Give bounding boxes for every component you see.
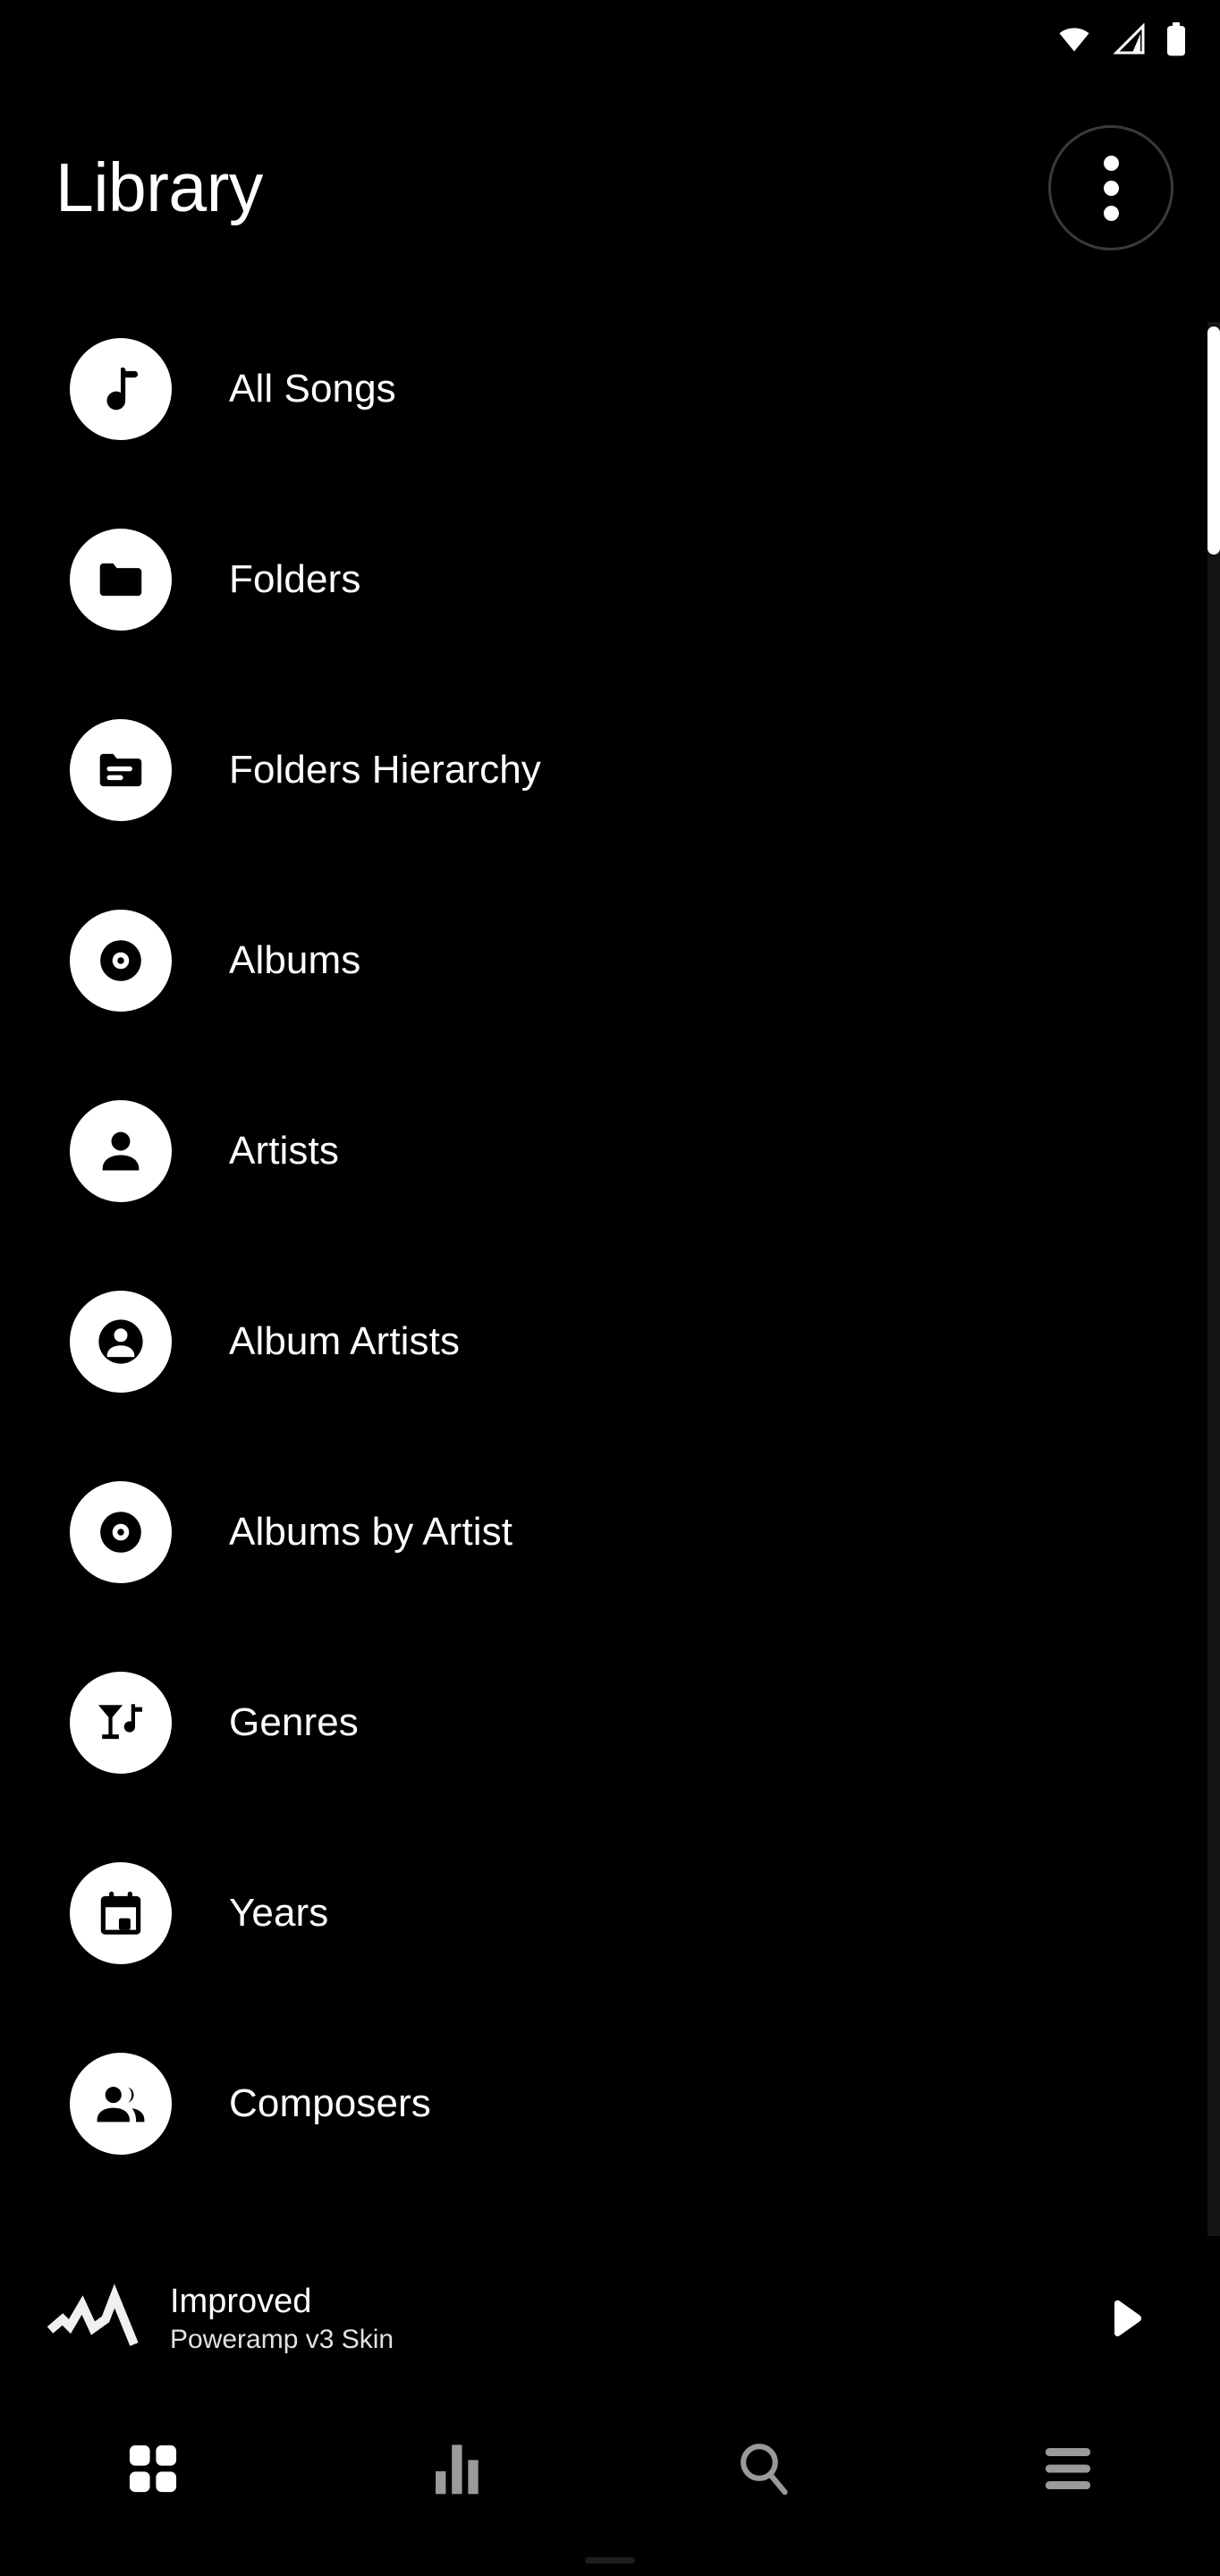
library-item-label: Folders [229, 557, 361, 601]
calendar-icon [70, 1862, 172, 1964]
library-item-years[interactable]: Years [0, 1855, 1220, 1971]
grid-icon [123, 2438, 183, 2499]
library-item-album-artists[interactable]: Album Artists [0, 1284, 1220, 1400]
hamburger-icon [1037, 2437, 1099, 2500]
library-item-label: Folders Hierarchy [229, 748, 541, 792]
equalizer-icon [428, 2438, 488, 2499]
play-button[interactable] [1075, 2270, 1173, 2368]
nav-tab-search[interactable] [610, 2415, 915, 2522]
people-group-icon [70, 2053, 172, 2155]
search-icon [732, 2437, 794, 2500]
now-playing-meta: Improved Poweramp v3 Skin [170, 2284, 1075, 2353]
library-item-label: Artists [229, 1129, 339, 1173]
wifi-icon [1054, 23, 1095, 55]
library-item-albums[interactable]: Albums [0, 902, 1220, 1019]
library-item-artists[interactable]: Artists [0, 1093, 1220, 1209]
now-playing-title: Improved [170, 2283, 312, 2321]
home-indicator [585, 2557, 635, 2563]
library-item-label: Album Artists [229, 1319, 461, 1363]
vinyl-record-icon [70, 910, 172, 1012]
library-item-all-songs[interactable]: All Songs [0, 331, 1220, 447]
library-item-folders[interactable]: Folders [0, 521, 1220, 638]
library-item-genres[interactable]: Genres [0, 1665, 1220, 1781]
battery-full-icon [1165, 21, 1188, 57]
cocktail-note-icon [70, 1672, 172, 1774]
person-icon [70, 1100, 172, 1202]
library-item-label: Albums by Artist [229, 1510, 513, 1554]
list-scrollbar-track[interactable] [1207, 322, 1220, 2236]
overflow-menu-button[interactable] [1048, 125, 1173, 250]
more-vertical-icon-dot [1103, 155, 1119, 171]
library-item-label: Years [229, 1891, 329, 1935]
library-item-composers[interactable]: Composers [0, 2046, 1220, 2162]
vinyl-record-icon [70, 1481, 172, 1583]
library-item-label: Genres [229, 1700, 359, 1744]
nav-tab-equalizer[interactable] [305, 2415, 610, 2522]
more-vertical-icon-dot [1103, 205, 1119, 221]
status-bar [0, 0, 1220, 79]
waveform-art-icon [39, 2264, 150, 2375]
more-vertical-icon-dot [1103, 180, 1119, 196]
library-item-label: Composers [229, 2081, 431, 2125]
nav-tab-library[interactable] [0, 2415, 305, 2522]
nav-tab-menu[interactable] [915, 2415, 1220, 2522]
now-playing-bar[interactable]: Improved Poweramp v3 Skin [0, 2261, 1220, 2377]
bottom-navigation [0, 2379, 1220, 2576]
folder-icon [70, 529, 172, 631]
music-note-icon [70, 338, 172, 440]
folder-lines-icon [70, 719, 172, 821]
library-item-albums-by-artist[interactable]: Albums by Artist [0, 1474, 1220, 1590]
account-circle-icon [70, 1291, 172, 1393]
library-list: All Songs Folders Folders Hierarchy Albu… [0, 331, 1220, 2245]
library-item-label: Albums [229, 938, 361, 982]
page-title: Library [55, 148, 263, 226]
library-item-label: All Songs [229, 367, 396, 411]
library-item-folders-hierarchy[interactable]: Folders Hierarchy [0, 712, 1220, 828]
list-scrollbar-thumb[interactable] [1207, 326, 1220, 555]
page-header: Library [0, 107, 1220, 268]
app-screen: Library All Songs Folders Folders Hierar… [0, 0, 1220, 2576]
now-playing-subtitle: Poweramp v3 Skin [170, 2325, 394, 2355]
cellular-signal-icon [1111, 23, 1148, 55]
